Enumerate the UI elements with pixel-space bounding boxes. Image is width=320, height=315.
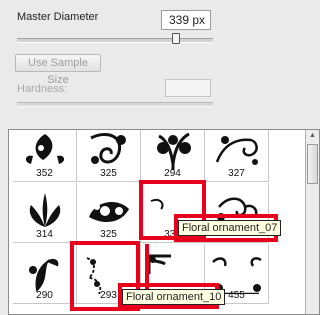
master-diameter-slider-track[interactable]	[17, 38, 213, 43]
hardness-slider-track[interactable]	[17, 102, 213, 107]
scroll-up-icon[interactable]: ▲	[306, 130, 319, 142]
brush-size-label: 352	[36, 168, 53, 179]
floral-brush-icon	[77, 130, 140, 168]
brush-preset-cell[interactable]: 352	[13, 130, 77, 182]
brush-preset-cell[interactable]: 294	[141, 130, 205, 182]
scrollbar-thumb[interactable]	[307, 144, 318, 184]
brush-size-label: 325	[100, 168, 117, 179]
brush-size-label: 314	[36, 229, 53, 240]
floral-brush-icon	[13, 248, 76, 293]
brush-preset-cell[interactable]: 327	[205, 130, 269, 182]
master-diameter-input[interactable]: 339 px	[161, 10, 211, 30]
brush-preset-cell[interactable]: 290	[13, 244, 77, 304]
use-sample-size-button[interactable]: Use Sample Size	[15, 54, 101, 86]
brush-size-label: 325	[100, 229, 117, 240]
brush-preset-cell[interactable]: 325	[77, 130, 141, 182]
brush-preset-cell[interactable]: 325	[77, 183, 141, 243]
floral-brush-icon	[13, 130, 76, 168]
scrollbar[interactable]: ▲	[305, 130, 319, 314]
floral-brush-icon	[77, 187, 140, 229]
floral-brush-icon	[13, 187, 76, 229]
brush-size-label: 290	[36, 290, 53, 301]
tooltip-floral-ornament-10: Floral ornament_10	[122, 289, 226, 305]
brush-size-label: 294	[164, 168, 181, 179]
floral-brush-icon	[205, 130, 268, 168]
master-diameter-label: Master Diameter	[17, 11, 99, 23]
hardness-label: Hardness:	[17, 83, 68, 95]
floral-brush-icon	[141, 130, 204, 170]
tooltip-floral-ornament-07: Floral ornament_07	[178, 220, 282, 236]
hardness-input[interactable]	[165, 79, 211, 97]
master-diameter-slider-thumb[interactable]	[172, 33, 180, 44]
brush-size-label: 327	[228, 168, 245, 179]
brush-preset-cell[interactable]: 314	[13, 183, 77, 243]
